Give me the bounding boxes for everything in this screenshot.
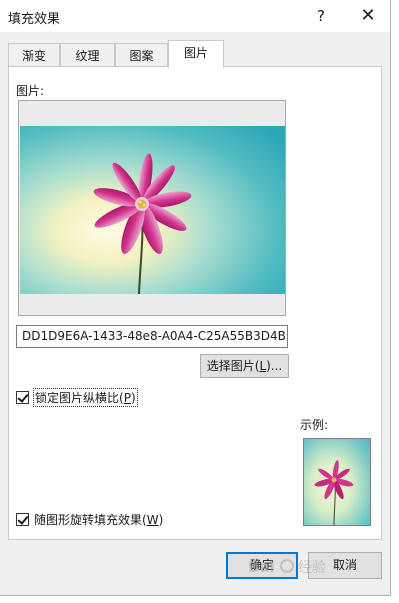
lock-aspect-text: 锁定图片纵横比( (35, 390, 124, 405)
tab-picture[interactable]: 图片 (168, 40, 224, 68)
select-picture-button[interactable]: 选择图片(L)... (200, 354, 289, 378)
tab-pattern[interactable]: 图案 (115, 43, 168, 67)
tab-texture[interactable]: 纹理 (60, 43, 115, 67)
select-picture-text: 选择图片( (206, 359, 260, 373)
help-button[interactable]: ? (306, 3, 336, 29)
select-picture-suffix: )... (266, 359, 283, 373)
tab-gradient[interactable]: 渐变 (8, 43, 60, 67)
rotate-with-shape-suffix: ) (158, 512, 164, 527)
ok-button[interactable]: 确定 (226, 552, 298, 579)
picture-filename-field: DD1D9E6A-1433-48e8-A0A4-C25A55B3D4B3 (16, 325, 288, 348)
example-label: 示例: (300, 418, 329, 432)
lock-aspect-label[interactable]: 锁定图片纵横比(P) (33, 387, 138, 407)
title-bar: 填充效果 ? ✕ (0, 0, 390, 32)
rotate-with-shape-option[interactable]: 随图形旋转填充效果(W) (16, 510, 163, 528)
flower-image (20, 126, 285, 294)
close-button[interactable]: ✕ (350, 3, 386, 29)
picture-label: 图片: (16, 84, 45, 98)
fill-effects-dialog: 填充效果 ? ✕ 渐变 纹理 图案 图片 图片: DD1D9E6A-1433-4… (0, 0, 391, 596)
dialog-title: 填充效果 (8, 12, 61, 27)
lock-aspect-option[interactable]: 锁定图片纵横比(P) (16, 387, 138, 407)
picture-preview (18, 100, 286, 316)
rotate-with-shape-label[interactable]: 随图形旋转填充效果(W) (34, 511, 163, 528)
rotate-with-shape-checkbox[interactable] (16, 512, 29, 526)
rotate-with-shape-mnemonic: W (146, 512, 159, 527)
rotate-with-shape-text: 随图形旋转填充效果( (34, 512, 147, 527)
lock-aspect-mnemonic: P (123, 390, 131, 405)
example-preview (303, 438, 371, 526)
example-flower-image (304, 439, 370, 525)
lock-aspect-suffix: ) (130, 390, 136, 405)
lock-aspect-checkbox[interactable] (16, 390, 29, 404)
cancel-button[interactable]: 取消 (308, 552, 382, 579)
